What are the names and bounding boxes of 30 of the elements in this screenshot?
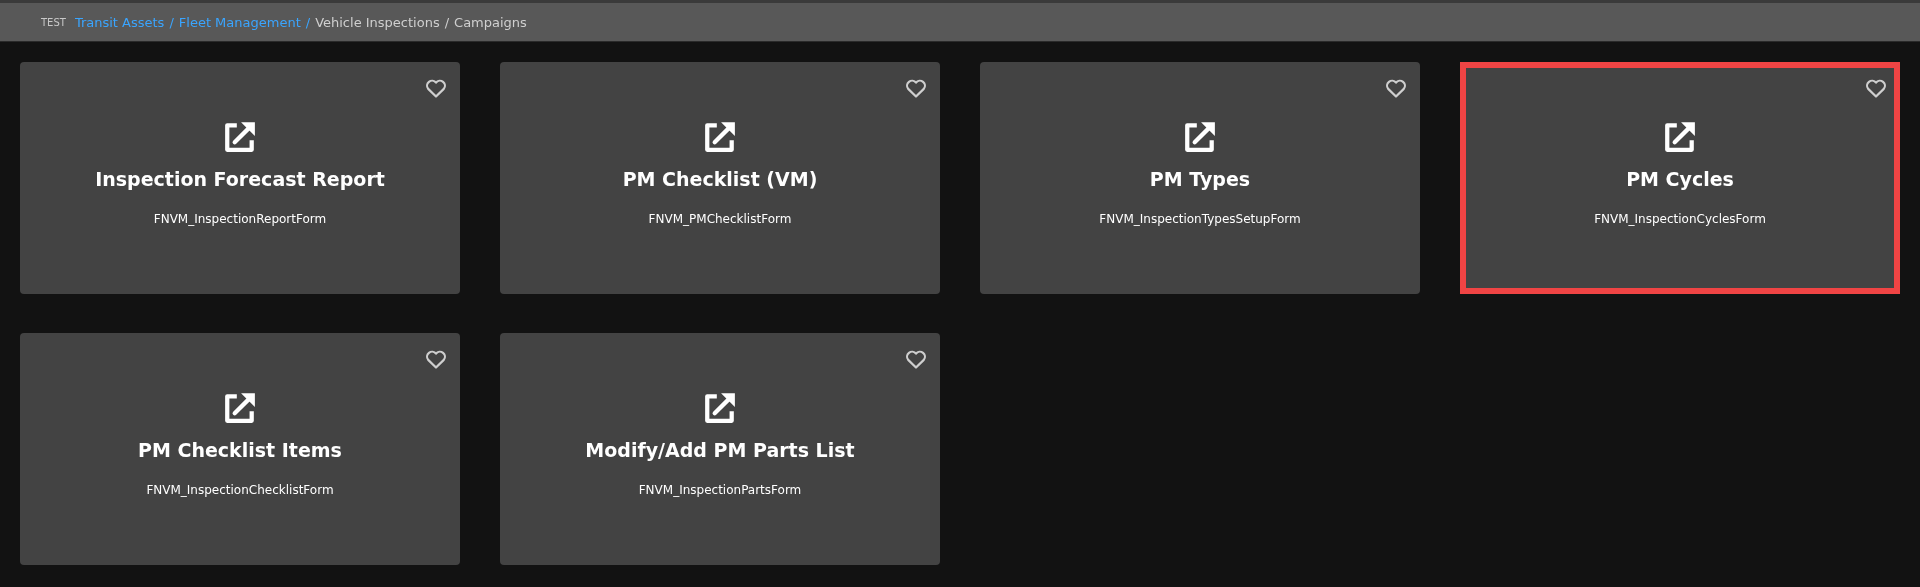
breadcrumb-separator: / [444, 14, 450, 30]
card-title: PM Checklist Items [138, 439, 342, 461]
breadcrumb-separator: / [305, 14, 311, 30]
app-card[interactable]: PM Checklist (VM) FNVM_PMChecklistForm [500, 62, 940, 294]
form-name: FNVM_PMChecklistForm [648, 212, 792, 226]
external-link-icon [1183, 120, 1217, 154]
form-name: FNVM_InspectionPartsForm [638, 483, 802, 497]
card-title: PM Checklist (VM) [622, 168, 818, 190]
app-card[interactable]: PM Cycles FNVM_InspectionCyclesForm [1460, 62, 1900, 294]
environment-label: TEST [41, 16, 66, 28]
card-title: PM Types [1149, 168, 1251, 190]
form-name: FNVM_InspectionCyclesForm [1594, 212, 1766, 226]
external-link-icon [703, 391, 737, 425]
app-card[interactable]: Modify/Add PM Parts List FNVM_InspectionPartsForm [500, 333, 940, 565]
external-link-icon [223, 120, 257, 154]
breadcrumb-separator: / [169, 14, 174, 30]
form-name: FNVM_InspectionChecklistForm [146, 483, 334, 497]
app-card[interactable]: PM Checklist Items FNVM_InspectionChecklistForm [20, 333, 460, 565]
external-link-icon [1663, 120, 1697, 154]
app-card[interactable]: Inspection Forecast Report FNVM_InspectionReportForm [20, 62, 460, 294]
form-name: FNVM_InspectionTypesSetupForm [1099, 212, 1301, 226]
card-title: Inspection Forecast Report [95, 168, 385, 190]
form-name: FNVM_InspectionReportForm [153, 212, 327, 226]
card-title: Modify/Add PM Parts List [585, 439, 855, 461]
breadcrumb-item: Vehicle Inspections [315, 14, 440, 30]
external-link-icon [223, 391, 257, 425]
app-card[interactable]: PM Types FNVM_InspectionTypesSetupForm [980, 62, 1420, 294]
external-link-icon [703, 120, 737, 154]
breadcrumb-item: Campaigns [454, 14, 527, 30]
card-title: PM Cycles [1626, 168, 1734, 190]
